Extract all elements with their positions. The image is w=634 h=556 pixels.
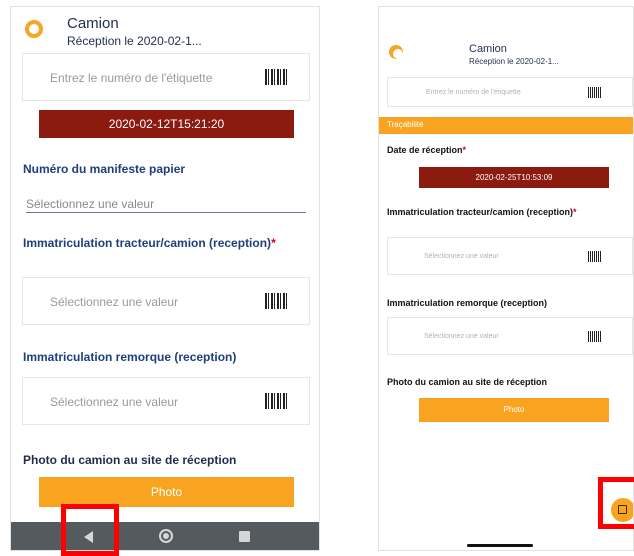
app-header: Camion Réception le 2020-02-1... xyxy=(11,7,319,55)
home-indicator[interactable] xyxy=(467,544,533,547)
trailer-placeholder: Sélectionnez une valeur xyxy=(50,395,179,409)
highlight-box-back xyxy=(61,504,119,556)
label-number-placeholder: Entrez le numéro de l'étiquette xyxy=(50,71,213,85)
photo-button[interactable]: Photo xyxy=(39,477,294,507)
barcode-icon[interactable] xyxy=(265,293,287,309)
tractor-placeholder: Sélectionnez une valeur xyxy=(50,295,179,309)
required-asterisk: * xyxy=(271,236,276,250)
recents-icon[interactable] xyxy=(239,531,250,542)
ios-screen: Camion Réception le 2020-02-1... Entrez … xyxy=(378,6,634,551)
manifest-underline xyxy=(26,212,306,213)
required-asterisk: * xyxy=(573,207,577,217)
trailer-label: Immatriculation remorque (reception) xyxy=(387,298,548,308)
barcode-icon[interactable] xyxy=(265,393,287,409)
android-navbar xyxy=(11,522,319,550)
date-label-text: Date de réception xyxy=(387,145,463,155)
header-subtitle: Réception le 2020-02-1... xyxy=(469,57,559,66)
tractor-label-text: Immatriculation tracteur/camion (recepti… xyxy=(387,207,574,217)
trailer-field[interactable]: Sélectionnez une valeur xyxy=(387,317,633,355)
barcode-icon[interactable] xyxy=(588,251,601,262)
photo-button[interactable]: Photo xyxy=(419,398,609,422)
trailer-field[interactable]: Sélectionnez une valeur xyxy=(22,377,310,425)
home-icon[interactable] xyxy=(159,529,173,543)
android-screen: Camion Réception le 2020-02-1... Entrez … xyxy=(10,6,320,551)
section-title: Traçabilité xyxy=(387,120,424,129)
tractor-placeholder: Sélectionnez une valeur xyxy=(424,253,499,260)
manifest-label: Numéro du manifeste papier xyxy=(23,162,186,176)
label-number-placeholder: Entrez le numéro de l'étiquette xyxy=(426,89,521,96)
reception-date-value[interactable]: 2020-02-12T15:21:20 xyxy=(39,110,294,138)
tractor-label-text: Immatriculation tracteur/camion (recepti… xyxy=(23,236,272,250)
trailer-label: Immatriculation remorque (reception) xyxy=(23,350,237,364)
label-number-field[interactable]: Entrez le numéro de l'étiquette xyxy=(387,77,633,107)
screenshot-comparison: Camion Réception le 2020-02-1... Entrez … xyxy=(0,0,634,556)
required-asterisk: * xyxy=(462,145,467,155)
tractor-label: Immatriculation tracteur/camion (recepti… xyxy=(23,236,283,250)
highlight-box-save xyxy=(598,477,634,529)
tractor-field[interactable]: Sélectionnez une valeur xyxy=(22,277,310,325)
barcode-icon[interactable] xyxy=(588,331,601,342)
trailer-placeholder: Sélectionnez une valeur xyxy=(424,333,499,340)
date-label: Date de réception* xyxy=(387,145,466,155)
barcode-icon[interactable] xyxy=(265,69,287,85)
header-title: Camion xyxy=(469,43,507,55)
tractor-label: Immatriculation tracteur/camion (recepti… xyxy=(387,207,587,217)
header-subtitle: Réception le 2020-02-1... xyxy=(67,34,202,48)
app-logo-icon xyxy=(389,45,403,59)
photo-label: Photo du camion au site de réception xyxy=(387,377,548,387)
app-logo-icon xyxy=(25,20,43,38)
tracabilite-section-header: Traçabilité xyxy=(379,117,633,134)
label-number-field[interactable]: Entrez le numéro de l'étiquette xyxy=(22,53,310,101)
barcode-icon[interactable] xyxy=(588,87,601,98)
manifest-select[interactable]: Sélectionnez une valeur xyxy=(26,197,154,211)
photo-label: Photo du camion au site de réception xyxy=(23,453,237,467)
reception-date-value[interactable]: 2020-02-25T10:53:09 xyxy=(419,167,609,188)
tractor-field[interactable]: Sélectionnez une valeur xyxy=(387,237,633,275)
header-title: Camion xyxy=(67,15,119,32)
